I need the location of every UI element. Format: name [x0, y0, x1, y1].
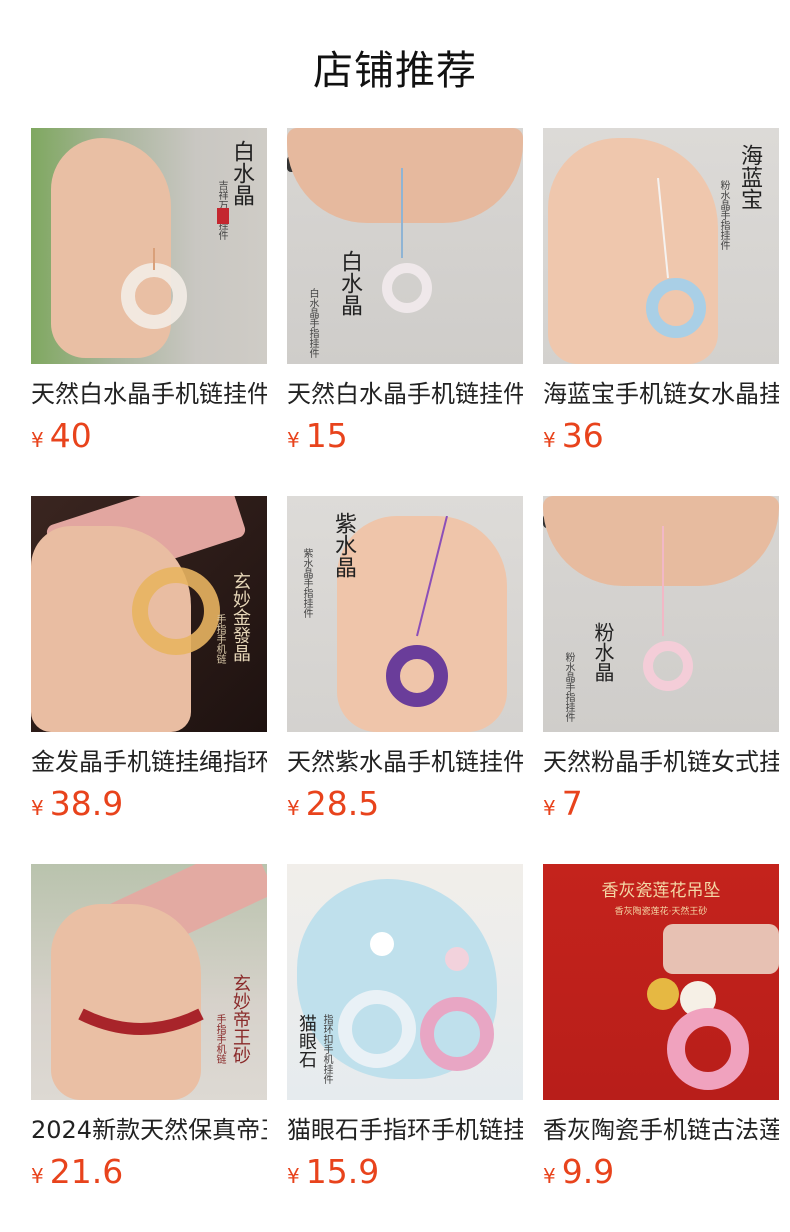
price-value: 15.9	[305, 1152, 380, 1191]
product-card[interactable]: 玄妙金發晶 手指手机链 金发晶手机链挂绳指环 ¥38.9	[31, 496, 267, 864]
price-value: 40	[49, 416, 92, 455]
currency-symbol: ¥	[31, 1164, 44, 1188]
currency-symbol: ¥	[543, 428, 556, 452]
product-card[interactable]: 海蓝宝 粉水晶手指挂件 海蓝宝手机链女水晶挂件 ¥36	[543, 128, 779, 496]
image-caption: 白水晶	[337, 250, 362, 316]
product-price: ¥21.6	[31, 1152, 123, 1198]
product-image[interactable]: 香灰瓷莲花吊坠 香灰陶瓷莲花·天然王砂	[543, 864, 779, 1100]
image-subcaption: 紫水晶手指挂件	[301, 548, 312, 618]
product-title[interactable]: 天然白水晶手机链挂件	[287, 378, 523, 410]
product-card[interactable]: 粉水晶 粉水晶手指挂件 天然粉晶手机链女式挂件 ¥7	[543, 496, 779, 864]
image-subcaption: 手指手机链	[214, 1014, 225, 1064]
product-grid: 白水晶 吉祥万物挂件 天然白水晶手机链挂件 ¥40 白水晶 白水晶手指挂件 天然…	[31, 128, 779, 1232]
section-header: 店铺推荐	[0, 0, 790, 128]
crystal-bracelet-icon	[646, 178, 706, 338]
currency-symbol: ¥	[287, 1164, 300, 1188]
price-value: 7	[561, 784, 583, 823]
product-price: ¥15.9	[287, 1152, 379, 1198]
product-image[interactable]: 白水晶 白水晶手指挂件	[287, 128, 523, 364]
image-caption: 香灰瓷莲花吊坠	[601, 881, 721, 901]
price-value: 28.5	[305, 784, 380, 823]
product-title[interactable]: 天然白水晶手机链挂件	[31, 378, 267, 410]
product-price: ¥9.9	[543, 1152, 614, 1198]
product-image[interactable]: 海蓝宝 粉水晶手指挂件	[543, 128, 779, 364]
product-card[interactable]: 猫眼石 指环扣手机挂件 猫眼石手指环手机链挂件 ¥15.9	[287, 864, 523, 1232]
product-title[interactable]: 天然粉晶手机链女式挂件	[543, 746, 779, 778]
product-image[interactable]: 猫眼石 指环扣手机挂件	[287, 864, 523, 1100]
product-image[interactable]: 白水晶 吉祥万物挂件	[31, 128, 267, 364]
image-caption: 粉水晶	[591, 622, 615, 682]
image-subcaption: 指环扣手机挂件	[321, 1014, 332, 1084]
currency-symbol: ¥	[543, 796, 556, 820]
image-subcaption: 白水晶手指挂件	[307, 288, 318, 358]
product-title[interactable]: 海蓝宝手机链女水晶挂件	[543, 378, 779, 410]
currency-symbol: ¥	[287, 796, 300, 820]
crystal-bracelet-icon	[78, 1008, 204, 1035]
image-subcaption: 香灰陶瓷莲花·天然王砂	[614, 907, 708, 917]
currency-symbol: ¥	[31, 796, 44, 820]
crystal-bracelet-icon	[382, 168, 432, 313]
currency-symbol: ¥	[543, 1164, 556, 1188]
image-caption: 紫水晶	[331, 512, 356, 578]
crystal-bracelet-icon	[647, 978, 749, 1090]
image-caption: 猫眼石	[296, 1014, 317, 1068]
currency-symbol: ¥	[31, 428, 44, 452]
product-price: ¥7	[543, 784, 583, 830]
product-image[interactable]: 玄妙帝王砂 手指手机链	[31, 864, 267, 1100]
price-value: 21.6	[49, 1152, 124, 1191]
product-title[interactable]: 香灰陶瓷手机链古法莲花	[543, 1114, 779, 1146]
image-subcaption: 手指手机链	[214, 614, 225, 664]
product-price: ¥40	[31, 416, 92, 462]
price-value: 38.9	[49, 784, 124, 823]
product-image[interactable]: 粉水晶 粉水晶手指挂件	[543, 496, 779, 732]
image-subcaption: 粉水晶手指挂件	[563, 652, 574, 722]
product-price: ¥36	[543, 416, 604, 462]
product-price: ¥28.5	[287, 784, 379, 830]
image-caption: 玄妙金發晶	[230, 572, 251, 662]
seal-stamp	[217, 208, 229, 224]
crystal-bracelet-icon	[338, 932, 494, 1071]
product-title[interactable]: 金发晶手机链挂绳指环	[31, 746, 267, 778]
image-caption: 白水晶	[229, 140, 254, 206]
product-card[interactable]: 白水晶 吉祥万物挂件 天然白水晶手机链挂件 ¥40	[31, 128, 267, 496]
product-price: ¥38.9	[31, 784, 123, 830]
product-price: ¥15	[287, 416, 348, 462]
image-caption: 玄妙帝王砂	[230, 974, 251, 1064]
product-card[interactable]: 香灰瓷莲花吊坠 香灰陶瓷莲花·天然王砂 香灰陶瓷手机链古法莲花 ¥9.9	[543, 864, 779, 1232]
product-title[interactable]: 2024新款天然保真帝王砂	[31, 1114, 267, 1146]
product-card[interactable]: 玄妙帝王砂 手指手机链 2024新款天然保真帝王砂 ¥21.6	[31, 864, 267, 1232]
image-subcaption: 粉水晶手指挂件	[718, 180, 729, 250]
image-caption: 海蓝宝	[737, 144, 762, 210]
product-image[interactable]: 玄妙金發晶 手指手机链	[31, 496, 267, 732]
currency-symbol: ¥	[287, 428, 300, 452]
product-title[interactable]: 猫眼石手指环手机链挂件	[287, 1114, 523, 1146]
crystal-bracelet-icon	[386, 516, 448, 707]
product-image[interactable]: 紫水晶 紫水晶手指挂件	[287, 496, 523, 732]
price-value: 9.9	[561, 1152, 615, 1191]
product-card[interactable]: 紫水晶 紫水晶手指挂件 天然紫水晶手机链挂件 ¥28.5	[287, 496, 523, 864]
crystal-bracelet-icon	[121, 248, 187, 329]
product-card[interactable]: 白水晶 白水晶手指挂件 天然白水晶手机链挂件 ¥15	[287, 128, 523, 496]
page-title: 店铺推荐	[313, 48, 477, 94]
price-value: 15	[305, 416, 348, 455]
crystal-bracelet-icon	[643, 526, 693, 691]
price-value: 36	[561, 416, 604, 455]
product-title[interactable]: 天然紫水晶手机链挂件	[287, 746, 523, 778]
